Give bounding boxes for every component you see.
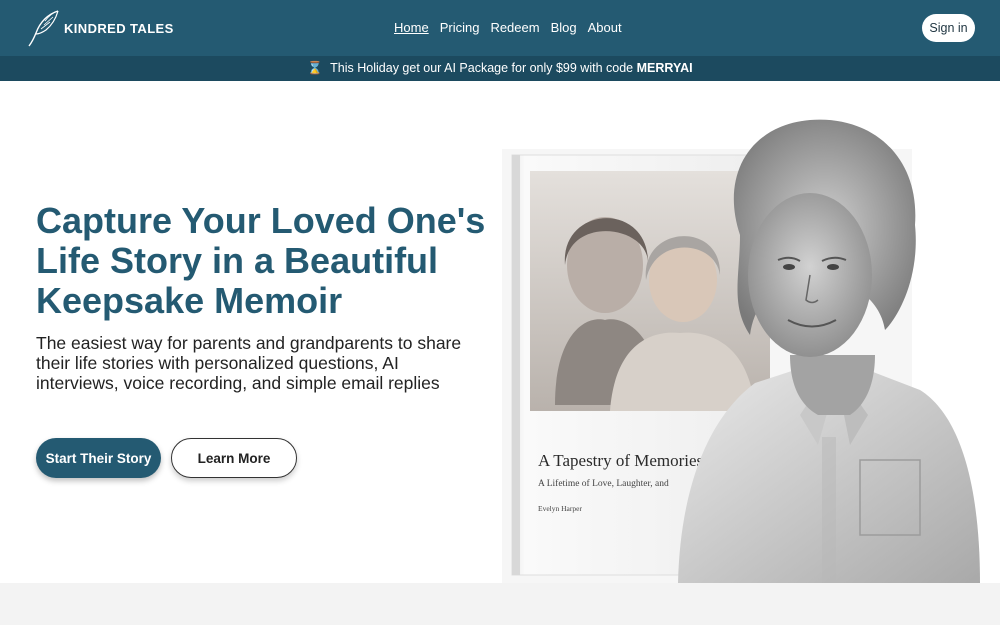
nav-redeem[interactable]: Redeem [490,19,539,37]
brand-logo[interactable]: KINDRED TALES [26,8,174,48]
hero-section: Capture Your Loved One's Life Story in a… [0,81,1000,583]
top-navbar: KINDRED TALES Home Pricing Redeem Blog A… [0,0,1000,56]
hourglass-icon: ⌛ [307,61,323,75]
nav-blog[interactable]: Blog [551,19,577,37]
next-section-band [0,583,1000,625]
nav-home[interactable]: Home [394,19,429,37]
hero-illustration: A Tapestry of Memories A Lifetime of Lov… [502,119,980,583]
promo-text: This Holiday get our AI Package for only… [330,61,634,75]
feather-icon [28,10,59,47]
hero-title: Capture Your Loved One's Life Story in a… [36,200,486,321]
book-author: Evelyn Harper [538,504,582,513]
main-nav: Home Pricing Redeem Blog About [394,19,622,37]
sign-in-button[interactable]: Sign in [922,14,975,42]
learn-more-button[interactable]: Learn More [171,438,297,478]
brand-name: KINDRED TALES [64,20,174,36]
nav-about[interactable]: About [588,19,622,37]
nav-pricing[interactable]: Pricing [440,19,480,37]
start-their-story-button[interactable]: Start Their Story [36,438,161,478]
book-title: A Tapestry of Memories [538,451,703,470]
hero-subtitle: The easiest way for parents and grandpar… [36,333,462,393]
promo-banner: ⌛ This Holiday get our AI Package for on… [0,56,1000,81]
book-subtitle: A Lifetime of Love, Laughter, and [538,478,669,489]
promo-code: MERRYAI [636,61,693,75]
